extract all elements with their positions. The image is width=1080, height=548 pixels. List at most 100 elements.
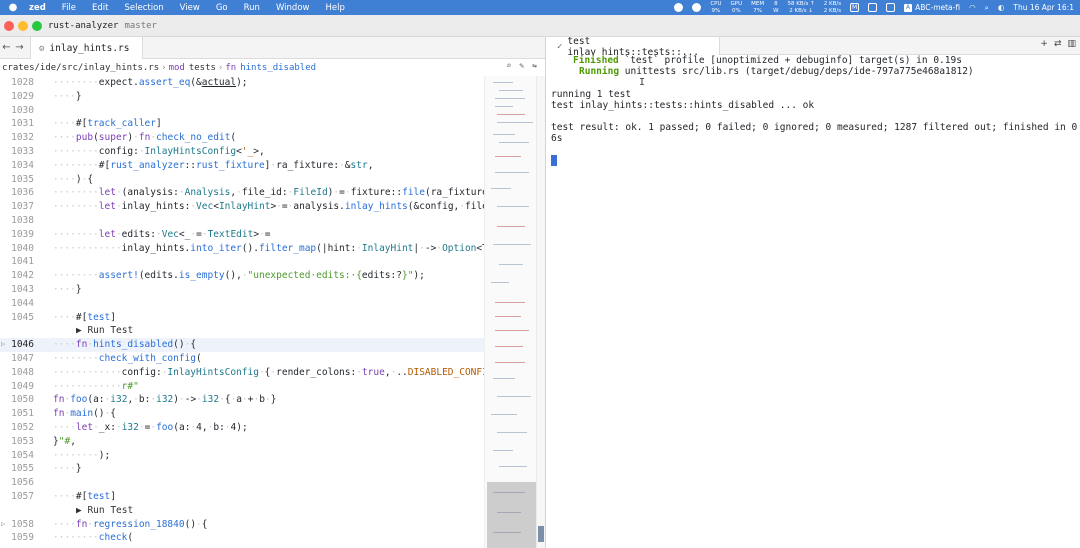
input-source[interactable]: A ABC-meta-fi: [904, 3, 960, 12]
code-line[interactable]: 1028 ········expect.assert_eq(&actual);: [0, 76, 484, 90]
breadcrumb-fn-name[interactable]: hints_disabled: [240, 63, 316, 73]
tab-inlay-hints[interactable]: ⚙ inlay_hints.rs: [30, 37, 143, 60]
code-line[interactable]: 1030: [0, 104, 484, 118]
code-line[interactable]: 1043 ····}: [0, 283, 484, 297]
menu-window[interactable]: Window: [268, 3, 318, 13]
code-text: ····#[test]: [53, 311, 116, 323]
minimap-line: [499, 466, 527, 468]
code-line[interactable]: ▷ 1058 ····fn·regression_18840()·{: [0, 518, 484, 532]
cpu-stat[interactable]: CPU 9%: [710, 1, 721, 14]
code-line[interactable]: 1050 fn·foo(a:·i32,·b:·i32)·->·i32·{·a·+·…: [0, 393, 484, 407]
record-icon[interactable]: [674, 3, 684, 12]
menu-go[interactable]: Go: [208, 3, 236, 13]
terminal-line: test inlay_hints::tests::hints_disabled …: [551, 99, 815, 111]
sidebar-icon[interactable]: [886, 3, 896, 12]
power-stat[interactable]: 8W: [773, 1, 778, 14]
compass-icon[interactable]: [692, 3, 702, 12]
disk-stat[interactable]: 2 KB/s 2 KB/s: [824, 1, 841, 14]
code-line[interactable]: 1031 ····#[track_caller]: [0, 117, 484, 131]
code-text: fn·foo(a:·i32,·b:·i32)·->·i32·{·a·+·b·}: [53, 394, 277, 406]
code-line[interactable]: 1048 ············config:·InlayHintsConfig…: [0, 366, 484, 380]
code-text: ········assert!(edits.is_empty(),·"unexp…: [53, 270, 425, 282]
code-line[interactable]: 1044: [0, 297, 484, 311]
forward-arrow-icon[interactable]: →: [13, 37, 26, 58]
apple-icon[interactable]: ●: [8, 2, 18, 13]
panel-icon[interactable]: ▥: [1067, 39, 1076, 49]
menu-edit[interactable]: Edit: [84, 3, 116, 13]
menu-run[interactable]: Run: [236, 3, 268, 13]
scrollbar-thumb[interactable]: [538, 526, 544, 542]
code-line[interactable]: 1041: [0, 255, 484, 269]
run-test-lens[interactable]: ▶ Run Test: [0, 504, 484, 518]
gpu-stat[interactable]: GPU 0%: [731, 1, 743, 14]
run-test-lens[interactable]: ▶ Run Test: [0, 324, 484, 338]
code-text: ····pub(super)·fn·check_no_edit(: [53, 132, 237, 144]
minimap-line: [497, 206, 529, 208]
menu-app-name[interactable]: zed: [25, 3, 54, 13]
line-number: 1042: [11, 270, 34, 282]
network-stat[interactable]: 58 KB/s ↑ 2 KB/s ↓: [788, 1, 815, 14]
code-line-current[interactable]: ▷ 1046 ····fn·hints_disabled()·{: [0, 338, 484, 352]
code-line[interactable]: 1036 ········let·(analysis:·Analysis,·fil…: [0, 186, 484, 200]
code-line[interactable]: 1051 fn·main()·{: [0, 407, 484, 421]
code-line[interactable]: 1034 ········#[rust_analyzer::rust_fixtur…: [0, 159, 484, 173]
tab-test-terminal[interactable]: ✓ test inlay_hints::tests::...: [546, 36, 720, 58]
code-actions-icon[interactable]: ✎: [519, 61, 524, 70]
calendar-icon[interactable]: [868, 3, 878, 12]
menu-selection[interactable]: Selection: [117, 3, 172, 13]
code-line[interactable]: 1045 ····#[test]: [0, 311, 484, 325]
code-line[interactable]: 1035 ····)·{: [0, 173, 484, 187]
editor-scrollbar[interactable]: [536, 76, 545, 548]
terminal-line-finished: Finished `test` profile [unoptimized + d…: [573, 55, 962, 66]
zoom-window-button[interactable]: [32, 20, 42, 31]
code-line[interactable]: 1037 ········let·inlay_hints:·Vec<InlayHi…: [0, 200, 484, 214]
clock[interactable]: Thu 16 Apr 16:1: [1013, 3, 1074, 12]
code-line[interactable]: 1042 ········assert!(edits.is_empty(),·"u…: [0, 269, 484, 283]
code-line[interactable]: 1055 ····}: [0, 462, 484, 476]
project-name[interactable]: rust-analyzer: [48, 21, 118, 31]
mem-stat[interactable]: MEM 7%: [751, 1, 764, 14]
code-line[interactable]: 1059 ········check(: [0, 531, 484, 545]
minimap-viewport[interactable]: [487, 482, 536, 548]
code-line[interactable]: 1029 ····}: [0, 90, 484, 104]
code-line[interactable]: 1056: [0, 476, 484, 490]
minimap[interactable]: [484, 76, 536, 548]
code-editor[interactable]: 1028 ········expect.assert_eq(&actual); 1…: [0, 76, 484, 548]
split-icon[interactable]: ⇄: [1054, 39, 1062, 49]
add-icon[interactable]: +: [1040, 39, 1048, 49]
menu-file[interactable]: File: [54, 3, 84, 13]
keyboard-icon[interactable]: M: [850, 3, 860, 12]
search-icon[interactable]: ⌕: [985, 3, 989, 13]
back-arrow-icon[interactable]: ←: [0, 37, 13, 58]
terminal-line: running 1 test: [551, 88, 632, 100]
code-line[interactable]: 1039 ········let·edits:·Vec<_·=·TextEdit>…: [0, 228, 484, 242]
close-window-button[interactable]: [4, 20, 14, 31]
code-line[interactable]: 1033 ········config:·InlayHintsConfig<'_>…: [0, 145, 484, 159]
control-center-icon[interactable]: ◐: [998, 3, 1005, 12]
terminal-output[interactable]: Finished `test` profile [unoptimized + d…: [546, 55, 1080, 548]
run-test-label[interactable]: ▶ Run Test: [76, 324, 133, 338]
editor-controls-icon[interactable]: ⇋: [532, 61, 537, 70]
code-line[interactable]: 1054 ········);: [0, 449, 484, 463]
code-line[interactable]: 1047 ········check_with_config(: [0, 352, 484, 366]
code-line[interactable]: 1057 ····#[test]: [0, 490, 484, 504]
code-line[interactable]: 1040 ············inlay_hints.into_iter().…: [0, 242, 484, 256]
menu-view[interactable]: View: [172, 3, 208, 13]
git-branch[interactable]: master: [124, 21, 157, 31]
left-pane-tab-bar: ← → ⚙ inlay_hints.rs: [0, 37, 545, 60]
breadcrumb-path[interactable]: crates/ide/src/inlay_hints.rs: [2, 63, 159, 73]
breadcrumb-mod-name[interactable]: tests: [189, 63, 216, 73]
code-line[interactable]: 1049 ············r#": [0, 380, 484, 394]
breadcrumb[interactable]: crates/ide/src/inlay_hints.rs › mod test…: [0, 59, 545, 76]
code-line[interactable]: 1053}"#,: [0, 435, 484, 449]
menu-help[interactable]: Help: [317, 3, 352, 13]
minimap-line: [497, 122, 533, 124]
run-test-label[interactable]: ▶ Run Test: [76, 504, 133, 518]
minimap-line: [495, 156, 521, 158]
wifi-icon[interactable]: ◠: [969, 3, 976, 12]
search-icon[interactable]: ⌕: [507, 61, 512, 70]
code-line[interactable]: 1032 ····pub(super)·fn·check_no_edit(: [0, 131, 484, 145]
code-line[interactable]: 1052 ····let·_x:·i32·=·foo(a:·4,·b:·4);: [0, 421, 484, 435]
code-line[interactable]: 1038: [0, 214, 484, 228]
minimize-window-button[interactable]: [18, 20, 28, 31]
